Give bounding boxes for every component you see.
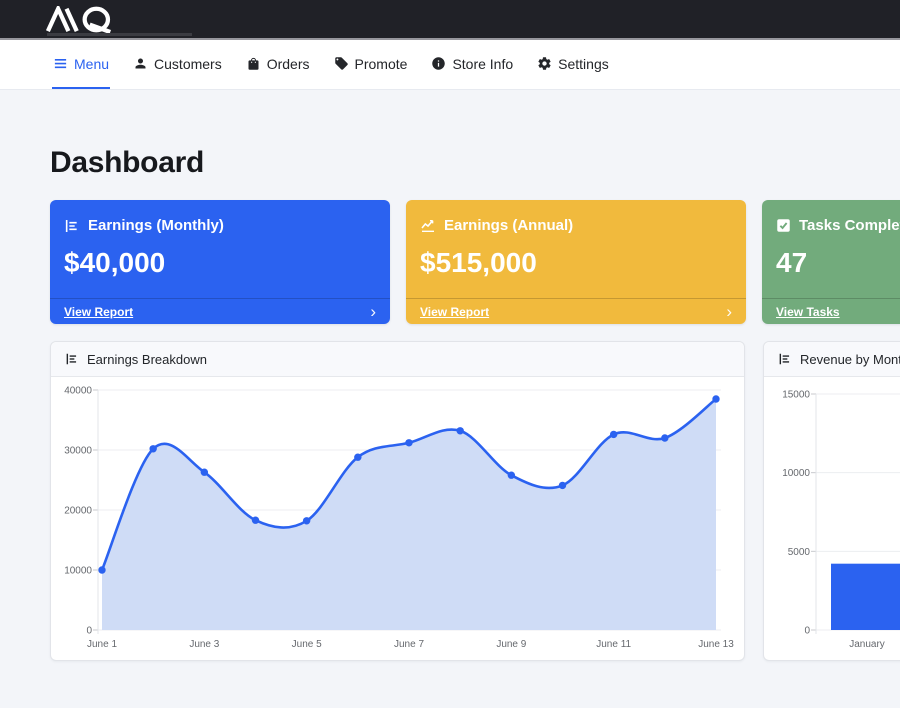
person-icon [133,56,148,71]
nav-item-label: Customers [154,56,222,72]
svg-text:40000: 40000 [64,386,92,397]
svg-text:20000: 20000 [64,506,92,517]
nav-item-store-info[interactable]: Store Info [430,40,514,89]
panel-revenue-by-month: Revenue by Month 0 5000 10000 15000 January [763,341,900,661]
card-value: $515,000 [420,247,732,279]
hamburger-icon [53,56,68,71]
panel-title: Revenue by Month [800,352,900,367]
nav-item-label: Orders [267,56,310,72]
area-chart[interactable]: 0 10000 20000 30000 40000 June 1 June 3 June 5 J… [51,377,744,661]
bag-icon [246,56,261,71]
gear-icon [537,56,552,71]
card-value: $40,000 [64,247,376,279]
nav-item-orders[interactable]: Orders [245,40,311,89]
card-title: Tasks Completed [799,217,900,234]
svg-text:30000: 30000 [64,446,92,457]
svg-text:June 9: June 9 [496,639,526,650]
bar-chart[interactable]: 0 5000 10000 15000 January [764,377,900,661]
svg-text:January: January [849,639,885,650]
info-icon [431,56,446,71]
svg-text:0: 0 [804,626,810,637]
card-tasks-completed: Tasks Completed 47 View Tasks › [762,200,900,324]
nav-item-settings[interactable]: Settings [536,40,610,89]
nav-item-label: Settings [558,56,609,72]
svg-text:0: 0 [86,626,92,637]
view-report-link[interactable]: View Report [64,305,133,319]
card-earnings-annual: Earnings (Annual) $515,000 View Report › [406,200,746,324]
nav-item-label: Promote [355,56,408,72]
svg-text:15000: 15000 [782,390,810,401]
chart-panels-row: Earnings Breakdown 0 10000 20000 30000 40000… [50,341,900,661]
nav-item-promote[interactable]: Promote [333,40,409,89]
logo-underline [47,33,192,36]
svg-text:June 5: June 5 [292,639,322,650]
chevron-right-icon: › [726,303,732,320]
check-square-icon [776,218,791,233]
svg-text:June 3: June 3 [189,639,219,650]
nav-bar: Menu Customers Orders Promote Store Info… [0,40,900,90]
svg-text:10000: 10000 [782,468,810,479]
nav-item-label: Menu [74,56,109,72]
nav-item-customers[interactable]: Customers [132,40,223,89]
svg-text:5000: 5000 [788,547,811,558]
page-title: Dashboard [50,146,900,180]
line-chart-icon [420,218,436,234]
chevron-right-icon: › [370,303,376,320]
card-earnings-monthly: Earnings (Monthly) $40,000 View Report › [50,200,390,324]
stat-cards-row: Earnings (Monthly) $40,000 View Report ›… [50,200,900,324]
svg-text:June 1: June 1 [87,639,117,650]
svg-text:June 7: June 7 [394,639,424,650]
bar-chart-icon [65,352,79,366]
svg-text:10000: 10000 [64,566,92,577]
view-tasks-link[interactable]: View Tasks [776,305,840,319]
nav-item-label: Store Info [452,56,513,72]
svg-text:June 11: June 11 [596,639,631,650]
main-content: Dashboard Earnings (Monthly) $40,000 Vie… [0,146,900,661]
tag-icon [334,56,349,71]
bar-chart-icon [64,218,80,234]
bar-chart-icon [778,352,792,366]
svg-text:June 13: June 13 [698,639,734,650]
app-logo-icon[interactable] [45,6,129,33]
view-report-link[interactable]: View Report [420,305,489,319]
panel-earnings-breakdown: Earnings Breakdown 0 10000 20000 30000 40000… [50,341,745,661]
nav-item-menu[interactable]: Menu [52,40,110,89]
panel-title: Earnings Breakdown [87,352,207,367]
app-header [0,0,900,40]
card-title: Earnings (Monthly) [88,217,224,234]
card-value: 47 [776,247,900,279]
card-title: Earnings (Annual) [444,217,573,234]
